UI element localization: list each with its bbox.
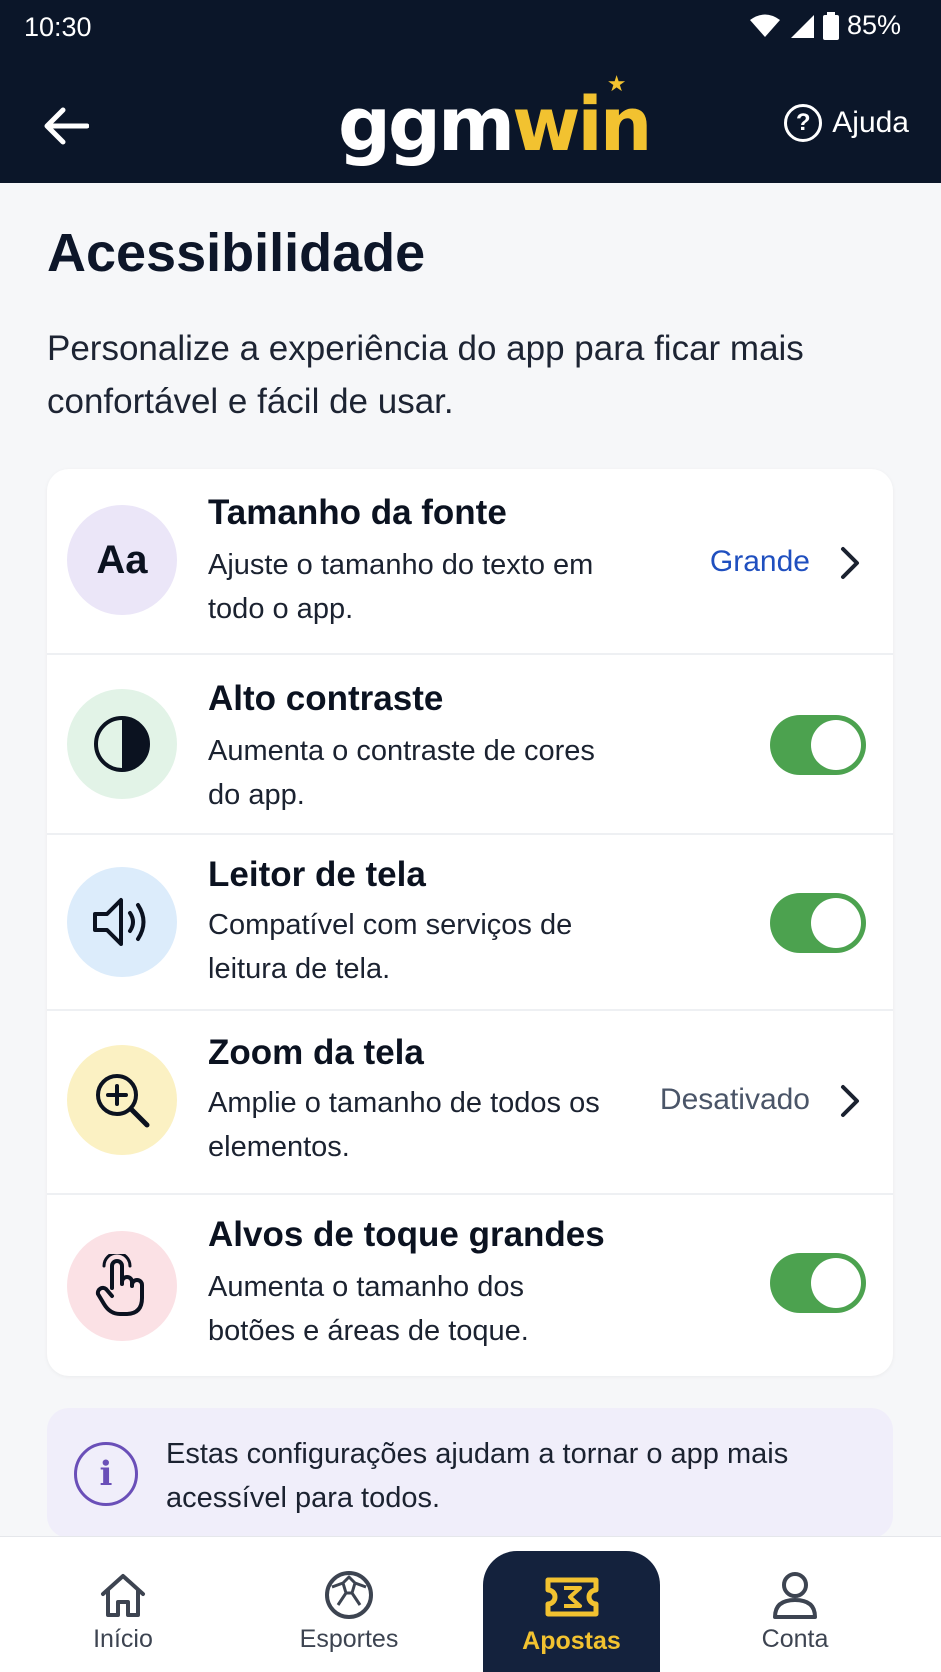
setting-zoom[interactable]: Zoom da tela Amplie o tamanho de todos o… [47, 1011, 893, 1195]
home-icon [98, 1567, 148, 1623]
large-touch-targets-toggle[interactable] [770, 1253, 866, 1313]
screen-reader-toggle[interactable] [770, 893, 866, 953]
setting-value: Grande [709, 545, 810, 578]
wifi-icon [749, 13, 781, 39]
chevron-right-icon [841, 547, 859, 579]
app-header: 10:30 85% ggmwin ★ ? Ajuda [0, 0, 941, 183]
star-icon: ★ [606, 72, 627, 97]
setting-title: Alvos de toque grandes [208, 1215, 605, 1254]
setting-description: Aumenta o contraste de cores do app. [208, 735, 595, 811]
ticket-icon [544, 1569, 600, 1625]
status-time: 10:30 [24, 12, 92, 42]
bottom-navigation: Início Esportes Apostas Conta [0, 1536, 941, 1672]
setting-title: Alto contraste [208, 679, 444, 718]
info-text: Estas configurações ajudam a tornar o ap… [166, 1438, 789, 1514]
user-icon [771, 1567, 819, 1623]
page-subtitle: Personalize a experiência do app para fi… [47, 329, 804, 421]
zoom-in-icon [67, 1045, 177, 1155]
high-contrast-toggle[interactable] [770, 715, 866, 775]
nav-label: Início [93, 1625, 153, 1653]
nav-inicio[interactable]: Início [62, 1537, 184, 1672]
nav-label: Conta [761, 1625, 829, 1653]
battery-icon [822, 11, 839, 40]
setting-title: Tamanho da fonte [208, 493, 507, 532]
setting-title: Leitor de tela [208, 855, 426, 894]
touch-hand-icon [67, 1231, 177, 1341]
help-circle-icon: ? [784, 104, 823, 142]
sports-icon [323, 1567, 375, 1623]
help-label: Ajuda [832, 106, 909, 139]
setting-font-size[interactable]: Aa Tamanho da fonte Ajuste o tamanho do … [47, 469, 893, 655]
setting-high-contrast: Alto contraste Aumenta o contraste de co… [47, 655, 893, 835]
back-button[interactable] [40, 100, 92, 152]
battery-percent: 85% [846, 10, 901, 40]
status-icons: 85% [749, 10, 901, 41]
setting-description: Compatível com serviços de leitura de te… [208, 909, 573, 985]
ggmwin-logo: ggmwin ★ [338, 72, 652, 168]
setting-description: Ajuste o tamanho do texto em todo o app. [208, 549, 594, 625]
setting-large-touch-targets: Alvos de toque grandes Aumenta o tamanho… [47, 1195, 893, 1376]
setting-title: Zoom da tela [208, 1033, 424, 1072]
help-button[interactable]: ? Ajuda [784, 104, 909, 142]
setting-description: Amplie o tamanho de todos os elementos. [208, 1087, 600, 1163]
settings-card: Aa Tamanho da fonte Ajuste o tamanho do … [47, 469, 893, 1376]
contrast-icon [67, 689, 177, 799]
setting-value: Desativado [659, 1083, 810, 1116]
setting-description: Aumenta o tamanho dos botões e áreas de … [208, 1271, 529, 1347]
info-icon: i [74, 1442, 138, 1506]
nav-esportes[interactable]: Esportes [280, 1537, 418, 1672]
arrow-left-icon [44, 107, 89, 145]
nav-apostas[interactable]: Apostas [483, 1551, 660, 1672]
setting-screen-reader: Leitor de tela Compatível com serviços d… [47, 835, 893, 1011]
info-banner: i Estas configurações ajudam a tornar o … [47, 1408, 893, 1538]
signal-icon [789, 13, 815, 39]
nav-conta[interactable]: Conta [740, 1537, 850, 1672]
speaker-icon [67, 867, 177, 977]
nav-label: Esportes [299, 1625, 399, 1653]
font-size-icon: Aa [67, 505, 177, 615]
nav-label: Apostas [522, 1627, 621, 1655]
page-title: Acessibilidade [47, 223, 426, 283]
chevron-right-icon [841, 1085, 859, 1117]
